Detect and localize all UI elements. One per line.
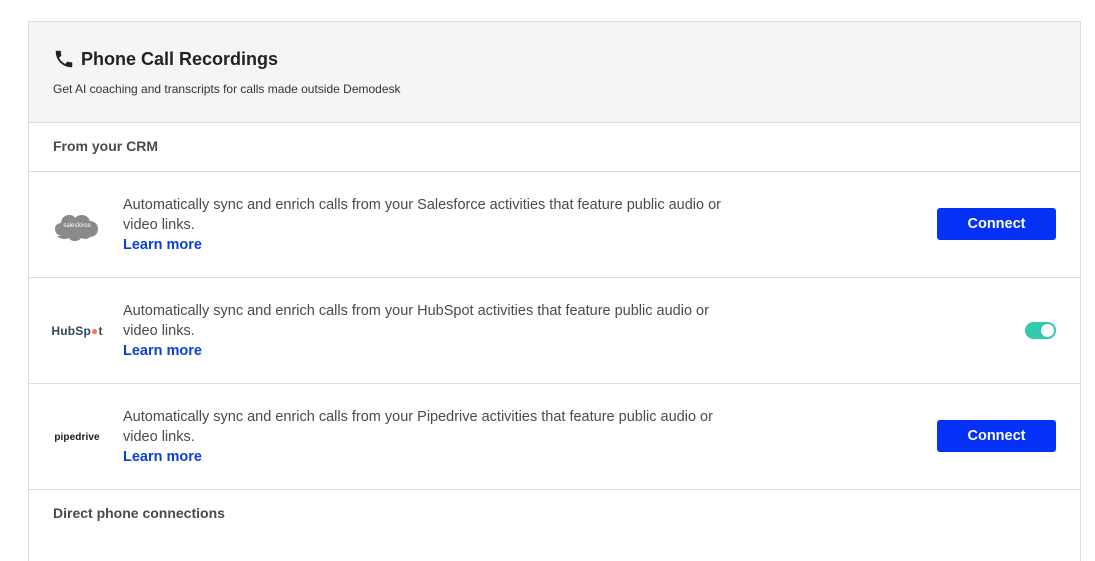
page-subtitle: Get AI coaching and transcripts for call… (53, 82, 401, 96)
title-row: Phone Call Recordings (53, 48, 278, 70)
integration-description: Automatically sync and enrich calls from… (123, 301, 723, 361)
integration-row-pipedrive: pipedrive Automatically sync and enrich … (29, 384, 1080, 490)
card-header: Phone Call Recordings Get AI coaching an… (29, 22, 1080, 123)
learn-more-link-pipedrive[interactable]: Learn more (123, 447, 723, 467)
salesforce-description: Automatically sync and enrich calls from… (123, 197, 722, 233)
integration-description: Automatically sync and enrich calls from… (123, 195, 723, 255)
integration-description: Automatically sync and enrich calls from… (123, 407, 723, 467)
section-label-direct: Direct phone connections (53, 505, 225, 521)
integration-row-hubspot: HubSp●t Automatically sync and enrich ca… (29, 278, 1080, 384)
pipedrive-logo: pipedrive (51, 418, 103, 456)
phone-call-recordings-card: Phone Call Recordings Get AI coaching an… (28, 21, 1081, 561)
hubspot-logo: HubSp●t (51, 312, 103, 350)
hubspot-description: Automatically sync and enrich calls from… (123, 303, 709, 339)
hubspot-toggle[interactable] (1025, 322, 1056, 339)
learn-more-link-hubspot[interactable]: Learn more (123, 341, 723, 361)
pipedrive-logo-text: pipedrive (54, 431, 100, 443)
section-label-crm: From your CRM (29, 123, 1080, 172)
hubspot-logo-text-a: HubSp (51, 324, 91, 338)
pipedrive-description: Automatically sync and enrich calls from… (123, 409, 713, 445)
integration-row-salesforce: salesforce Automatically sync and enrich… (29, 172, 1080, 278)
phone-icon (53, 48, 75, 70)
learn-more-link-salesforce[interactable]: Learn more (123, 235, 723, 255)
hubspot-logo-text-b: t (98, 324, 103, 338)
connect-button-salesforce[interactable]: Connect (937, 208, 1056, 240)
connect-button-pipedrive[interactable]: Connect (937, 420, 1056, 452)
salesforce-logo: salesforce (51, 206, 103, 244)
svg-text:salesforce: salesforce (63, 223, 91, 229)
toggle-knob (1041, 324, 1054, 337)
page-title: Phone Call Recordings (81, 48, 279, 69)
